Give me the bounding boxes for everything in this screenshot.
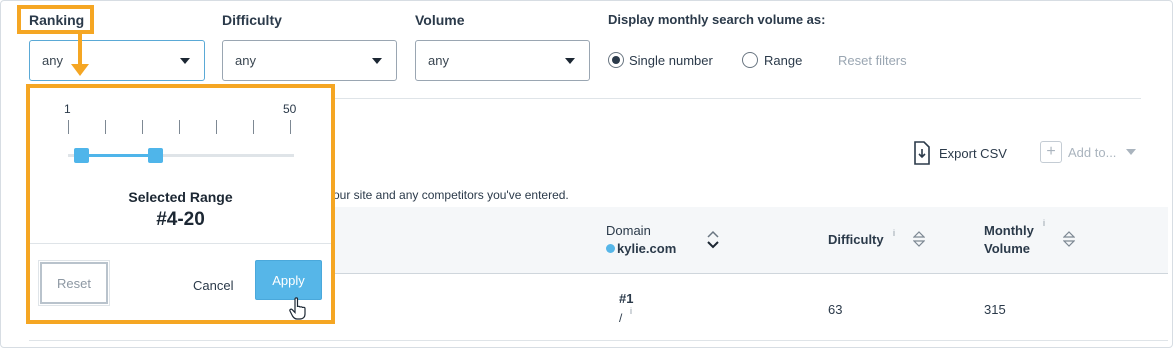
- range-slider-fill: [81, 154, 156, 157]
- range-slider-handle-low[interactable]: [74, 148, 90, 163]
- scale-tick: [216, 120, 217, 134]
- domain-header: Domain: [606, 223, 651, 238]
- ranking-select-value: any: [42, 53, 63, 68]
- ranking-range-popup: 1 50 Selected Range #4-20 Reset Cancel A…: [26, 84, 335, 324]
- export-csv-label: Export CSV: [939, 145, 1007, 161]
- rank-sub: /: [619, 311, 623, 325]
- chevron-down-icon: [372, 58, 382, 64]
- reset-filters-link[interactable]: Reset filters: [838, 53, 907, 68]
- difficulty-select[interactable]: any: [222, 40, 397, 81]
- header-divider: [333, 273, 1168, 274]
- plus-icon: +: [1040, 141, 1062, 163]
- range-min-label: 1: [64, 102, 71, 116]
- scale-tick: [290, 120, 291, 134]
- range-max-label: 50: [283, 102, 297, 116]
- hand-pointer-icon: [289, 297, 306, 320]
- ranking-highlight: [17, 5, 94, 34]
- radio-single-number[interactable]: [608, 52, 624, 68]
- info-icon[interactable]: i: [1043, 218, 1045, 228]
- volume-select-value: any: [428, 53, 449, 68]
- radio-single-number-label[interactable]: Single number: [629, 53, 713, 68]
- scale-tick: [142, 120, 143, 134]
- display-volume-label: Display monthly search volume as:: [608, 12, 826, 27]
- table-header: [333, 207, 1168, 273]
- range-slider-handle-high[interactable]: [148, 148, 164, 163]
- selected-range-title: Selected Range: [128, 189, 233, 205]
- add-to-label: Add to...: [1068, 144, 1117, 160]
- difficulty-select-value: any: [235, 53, 256, 68]
- apply-button[interactable]: Apply: [255, 260, 322, 300]
- popup-divider: [30, 243, 331, 244]
- volume-select[interactable]: any: [415, 40, 590, 81]
- document-download-icon: [914, 141, 930, 165]
- monthly-volume-header: Monthly: [984, 223, 1034, 238]
- scale-tick: [68, 120, 69, 134]
- difficulty-header: Difficulty: [828, 232, 884, 247]
- radio-range-label[interactable]: Range: [764, 53, 802, 68]
- callout-arrow-line: [78, 33, 82, 67]
- export-csv-button[interactable]: Export CSV: [913, 141, 1007, 165]
- monthly-volume-header-line2: Volume: [984, 241, 1030, 256]
- sort-desc-icon[interactable]: [706, 230, 720, 250]
- sort-icon[interactable]: [1063, 230, 1075, 248]
- reset-button[interactable]: Reset: [38, 260, 110, 306]
- domain-color-dot: [606, 244, 615, 253]
- difficulty-value: 63: [828, 302, 843, 317]
- cancel-button[interactable]: Cancel: [193, 278, 233, 293]
- volume-value: 315: [984, 302, 1006, 317]
- scale-tick: [179, 120, 180, 134]
- info-icon[interactable]: i: [630, 306, 632, 316]
- info-icon[interactable]: i: [893, 228, 895, 238]
- add-to-button[interactable]: + Add to...: [1040, 141, 1137, 163]
- rank-value: #1: [619, 291, 634, 306]
- ranking-select[interactable]: any: [29, 40, 205, 81]
- sort-icon[interactable]: [913, 230, 925, 248]
- description-text: our site and any competitors you've ente…: [333, 188, 569, 202]
- selected-range-value: #4-20: [156, 209, 205, 230]
- row-divider: [29, 340, 1168, 341]
- scale-tick: [105, 120, 106, 134]
- volume-label: Volume: [415, 12, 465, 28]
- difficulty-label: Difficulty: [222, 12, 282, 28]
- callout-arrow-head: [71, 64, 89, 76]
- scale-tick: [253, 120, 254, 134]
- domain-name: kylie.com: [606, 241, 676, 256]
- radio-range[interactable]: [742, 52, 758, 68]
- chevron-down-icon: [565, 58, 575, 64]
- chevron-down-icon: [180, 58, 190, 64]
- divider: [333, 98, 1141, 99]
- chevron-down-icon: [1126, 149, 1137, 155]
